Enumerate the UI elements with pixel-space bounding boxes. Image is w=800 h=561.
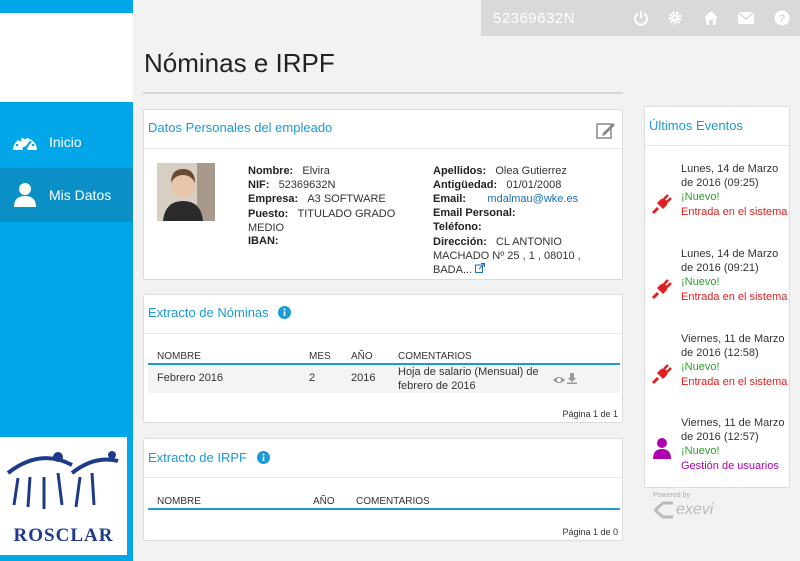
logo-text: ROSCLAR xyxy=(13,525,114,546)
info-icon[interactable] xyxy=(278,306,292,322)
sidebar-item-mis-datos[interactable]: Mis Datos xyxy=(0,168,133,222)
info-icon[interactable] xyxy=(256,451,270,467)
events-panel: Últimos Eventos Lunes, 14 de Marzo de 20… xyxy=(644,106,790,488)
iban-label: IBAN: xyxy=(248,235,279,247)
row-comentarios: Hoja de salario (Mensual) de febrero de … xyxy=(398,366,539,392)
col-anio[interactable]: AÑO xyxy=(351,351,373,362)
email-link[interactable]: mdalmau@wke.es xyxy=(487,193,578,205)
event-date: Lunes, 14 de Marzo de 2016 (09:21) xyxy=(681,248,779,274)
col-comentarios[interactable]: COMENTARIOS xyxy=(356,496,430,507)
irpf-title: Extracto de IRPF xyxy=(148,450,270,467)
user-group-icon xyxy=(651,437,673,459)
mail-icon[interactable] xyxy=(737,9,755,27)
empresa-label: Empresa: xyxy=(248,193,299,205)
personal-data-title: Datos Personales del empleado xyxy=(148,120,333,135)
event-description: Entrada en el sistema xyxy=(681,376,788,388)
nombre-value: Elvira xyxy=(302,165,330,177)
personal-data-panel: Datos Personales del empleado Nombre: El… xyxy=(143,109,623,280)
email-label: Email: xyxy=(433,193,467,205)
exevi-text: exevi xyxy=(676,501,714,518)
power-icon[interactable] xyxy=(632,9,650,27)
event-date: Viernes, 11 de Marzo de 2016 (12:57) xyxy=(681,417,785,443)
irpf-pager: Página 1 de 0 xyxy=(562,527,618,537)
company-logo: ROSCLAR xyxy=(0,437,127,555)
col-nombre[interactable]: NOMBRE xyxy=(157,496,201,507)
nominas-title: Extracto de Nóminas xyxy=(148,305,292,322)
edit-icon[interactable] xyxy=(596,120,616,140)
svg-text:?: ? xyxy=(779,13,786,25)
col-mes[interactable]: MES xyxy=(309,351,331,362)
help-icon[interactable]: ? xyxy=(773,9,791,27)
view-icon[interactable] xyxy=(553,372,565,390)
event-date: Viernes, 11 de Marzo de 2016 (12:58) xyxy=(681,333,785,359)
nombre-label: Nombre: xyxy=(248,165,294,177)
plug-icon xyxy=(651,193,673,215)
user-nif: 52369632N xyxy=(493,10,576,27)
apellidos-label: Apellidos: xyxy=(433,165,487,177)
col-anio[interactable]: AÑO xyxy=(313,496,335,507)
event-description: Entrada en el sistema xyxy=(681,291,788,303)
nominas-panel: Extracto de Nóminas NOMBRE MES AÑO COMEN… xyxy=(143,294,623,423)
irpf-panel: Extracto de IRPF NOMBRE AÑO COMENTARIOS … xyxy=(143,438,623,541)
row-anio: 2016 xyxy=(351,372,376,384)
col-comentarios[interactable]: COMENTARIOS xyxy=(398,351,472,362)
row-mes: 2 xyxy=(309,372,316,384)
event-date: Lunes, 14 de Marzo de 2016 (09:25) xyxy=(681,163,779,189)
external-link-icon[interactable] xyxy=(475,263,486,276)
antiguedad-value: 01/01/2008 xyxy=(506,179,562,191)
dashboard-icon xyxy=(11,128,39,156)
download-icon[interactable] xyxy=(567,371,577,389)
puesto-label: Puesto: xyxy=(248,208,289,220)
event-new-badge: ¡Nuevo! xyxy=(681,191,720,203)
apellidos-value: Olea Gutierrez xyxy=(495,165,567,177)
row-nombre: Febrero 2016 xyxy=(157,372,224,384)
nif-value: 52369632N xyxy=(278,179,336,191)
antiguedad-label: Antigüedad: xyxy=(433,179,498,191)
plug-icon xyxy=(651,363,673,385)
exevi-logo: exevi xyxy=(653,500,733,520)
col-nombre[interactable]: NOMBRE xyxy=(157,351,201,362)
nominas-pager: Página 1 de 1 xyxy=(562,409,618,419)
employee-photo xyxy=(157,163,215,221)
email-personal-label: Email Personal: xyxy=(433,207,516,219)
nif-label: NIF: xyxy=(248,179,270,191)
powered-by-label: Powered by xyxy=(653,492,690,499)
telefono-label: Teléfono: xyxy=(433,221,482,233)
event-description: Entrada en el sistema xyxy=(681,206,788,218)
sidebar-item-inicio[interactable]: Inicio xyxy=(0,115,133,169)
events-title: Últimos Eventos xyxy=(649,118,743,133)
irpf-title-text: Extracto de IRPF xyxy=(148,450,247,465)
event-description: Gestión de usuarios xyxy=(681,460,779,472)
plug-icon xyxy=(651,278,673,300)
empresa-value: A3 SOFTWARE xyxy=(307,193,386,205)
sidebar-header xyxy=(0,13,133,102)
home-icon[interactable] xyxy=(702,9,720,27)
title-divider xyxy=(143,92,623,94)
sidebar-item-label: Mis Datos xyxy=(49,187,112,203)
direccion-label: Dirección: xyxy=(433,236,487,248)
nominas-title-text: Extracto de Nóminas xyxy=(148,305,269,320)
top-bar: 52369632N ? xyxy=(481,0,800,36)
page-title: Nóminas e IRPF xyxy=(144,48,335,78)
event-new-badge: ¡Nuevo! xyxy=(681,276,720,288)
sidebar-item-label: Inicio xyxy=(49,134,82,150)
event-new-badge: ¡Nuevo! xyxy=(681,445,720,457)
event-new-badge: ¡Nuevo! xyxy=(681,361,720,373)
user-icon xyxy=(11,181,39,209)
gear-icon[interactable] xyxy=(666,9,684,27)
